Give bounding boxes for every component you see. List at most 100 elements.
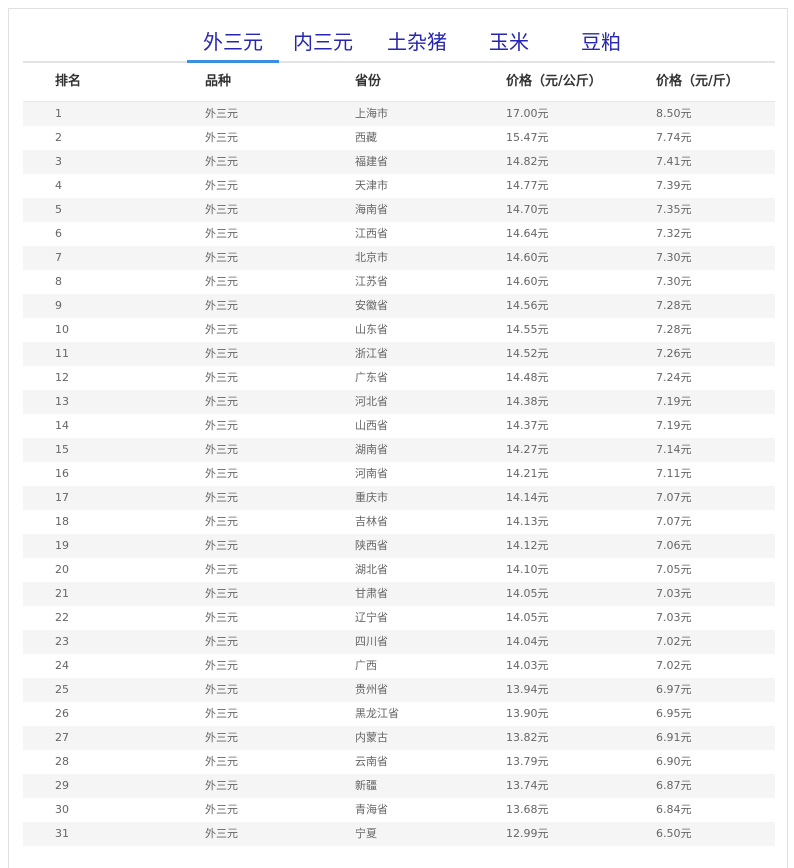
cell-price-jin: 7.24元 [656, 371, 692, 384]
cell-price-jin: 7.28元 [656, 323, 692, 336]
cell-price-kg: 14.13元 [506, 515, 549, 528]
cell-breed: 外三元 [205, 371, 238, 384]
cell-province: 上海市 [355, 107, 388, 120]
tab-native-pig[interactable]: 土杂猪 [385, 27, 449, 61]
cell-price-jin: 7.06元 [656, 539, 692, 552]
table-row: 6 外三元 江西省 14.64元 7.32元 [23, 222, 775, 246]
cell-rank: 25 [55, 683, 69, 696]
table-row: 30 外三元 青海省 13.68元 6.84元 [23, 798, 775, 822]
cell-price-kg: 13.79元 [506, 755, 549, 768]
cell-breed: 外三元 [205, 227, 238, 240]
header-breed: 品种 [205, 74, 232, 89]
cell-rank: 15 [55, 443, 69, 456]
table-row: 7 外三元 北京市 14.60元 7.30元 [23, 246, 775, 270]
tab-soybean-meal[interactable]: 豆粕 [579, 27, 623, 61]
cell-rank: 21 [55, 587, 69, 600]
cell-price-kg: 14.64元 [506, 227, 549, 240]
cell-province: 新疆 [355, 779, 377, 792]
header-rank: 排名 [55, 74, 82, 89]
header-price-kg: 价格（元/公斤） [506, 74, 602, 89]
cell-price-kg: 14.52元 [506, 347, 549, 360]
header-province: 省份 [355, 74, 382, 89]
cell-province: 山东省 [355, 323, 388, 336]
cell-province: 青海省 [355, 803, 388, 816]
table-row: 18 外三元 吉林省 14.13元 7.07元 [23, 510, 775, 534]
cell-province: 江西省 [355, 227, 388, 240]
cell-price-jin: 7.02元 [656, 659, 692, 672]
cell-price-kg: 14.12元 [506, 539, 549, 552]
cell-rank: 1 [55, 107, 62, 120]
cell-province: 河南省 [355, 467, 388, 480]
cell-price-jin: 7.30元 [656, 275, 692, 288]
tab-outer-three[interactable]: 外三元 [187, 27, 279, 63]
cell-province: 北京市 [355, 251, 388, 264]
cell-breed: 外三元 [205, 443, 238, 456]
cell-breed: 外三元 [205, 635, 238, 648]
cell-rank: 17 [55, 491, 69, 504]
cell-rank: 10 [55, 323, 69, 336]
cell-price-jin: 7.41元 [656, 155, 692, 168]
cell-rank: 7 [55, 251, 62, 264]
cell-province: 广东省 [355, 371, 388, 384]
cell-price-jin: 7.19元 [656, 395, 692, 408]
tab-inner-three[interactable]: 内三元 [291, 27, 355, 61]
table-row: 21 外三元 甘肃省 14.05元 7.03元 [23, 582, 775, 606]
cell-breed: 外三元 [205, 155, 238, 168]
cell-price-jin: 7.19元 [656, 419, 692, 432]
cell-price-jin: 6.50元 [656, 827, 692, 840]
table-body: 1 外三元 上海市 17.00元 8.50元 2 外三元 西藏 15.47元 7.74元 3 外三元 福… [23, 102, 775, 846]
table-row: 25 外三元 贵州省 13.94元 6.97元 [23, 678, 775, 702]
cell-rank: 6 [55, 227, 62, 240]
table-row: 16 外三元 河南省 14.21元 7.11元 [23, 462, 775, 486]
cell-price-kg: 14.04元 [506, 635, 549, 648]
cell-breed: 外三元 [205, 827, 238, 840]
cell-province: 吉林省 [355, 515, 388, 528]
cell-rank: 16 [55, 467, 69, 480]
cell-breed: 外三元 [205, 731, 238, 744]
cell-price-kg: 14.56元 [506, 299, 549, 312]
cell-price-jin: 7.32元 [656, 227, 692, 240]
cell-price-jin: 7.11元 [656, 467, 692, 480]
table-row: 29 外三元 新疆 13.74元 6.87元 [23, 774, 775, 798]
cell-price-jin: 7.05元 [656, 563, 692, 576]
table-row: 8 外三元 江苏省 14.60元 7.30元 [23, 270, 775, 294]
cell-province: 山西省 [355, 419, 388, 432]
cell-price-jin: 7.28元 [656, 299, 692, 312]
cell-breed: 外三元 [205, 611, 238, 624]
cell-breed: 外三元 [205, 179, 238, 192]
cell-price-jin: 7.74元 [656, 131, 692, 144]
cell-price-kg: 13.82元 [506, 731, 549, 744]
tab-corn[interactable]: 玉米 [487, 27, 531, 61]
cell-price-jin: 7.07元 [656, 515, 692, 528]
cell-province: 贵州省 [355, 683, 388, 696]
cell-price-jin: 7.39元 [656, 179, 692, 192]
cell-rank: 28 [55, 755, 69, 768]
cell-price-kg: 14.37元 [506, 419, 549, 432]
cell-price-kg: 14.14元 [506, 491, 549, 504]
cell-rank: 22 [55, 611, 69, 624]
cell-province: 云南省 [355, 755, 388, 768]
cell-province: 天津市 [355, 179, 388, 192]
cell-province: 陕西省 [355, 539, 388, 552]
cell-province: 河北省 [355, 395, 388, 408]
table-row: 9 外三元 安徽省 14.56元 7.28元 [23, 294, 775, 318]
cell-rank: 29 [55, 779, 69, 792]
cell-breed: 外三元 [205, 539, 238, 552]
table-row: 17 外三元 重庆市 14.14元 7.07元 [23, 486, 775, 510]
cell-price-jin: 7.07元 [656, 491, 692, 504]
cell-price-kg: 14.05元 [506, 611, 549, 624]
cell-price-jin: 6.90元 [656, 755, 692, 768]
cell-province: 黑龙江省 [355, 707, 399, 720]
table-header: 排名 品种 省份 价格（元/公斤） 价格（元/斤） [23, 63, 775, 102]
table-row: 3 外三元 福建省 14.82元 7.41元 [23, 150, 775, 174]
cell-breed: 外三元 [205, 515, 238, 528]
cell-breed: 外三元 [205, 107, 238, 120]
cell-breed: 外三元 [205, 755, 238, 768]
cell-price-kg: 14.60元 [506, 275, 549, 288]
cell-province: 四川省 [355, 635, 388, 648]
product-tabs: 外三元 内三元 土杂猪 玉米 豆粕 [23, 9, 775, 63]
cell-price-kg: 14.82元 [506, 155, 549, 168]
table-row: 10 外三元 山东省 14.55元 7.28元 [23, 318, 775, 342]
table-row: 19 外三元 陕西省 14.12元 7.06元 [23, 534, 775, 558]
cell-price-kg: 14.60元 [506, 251, 549, 264]
